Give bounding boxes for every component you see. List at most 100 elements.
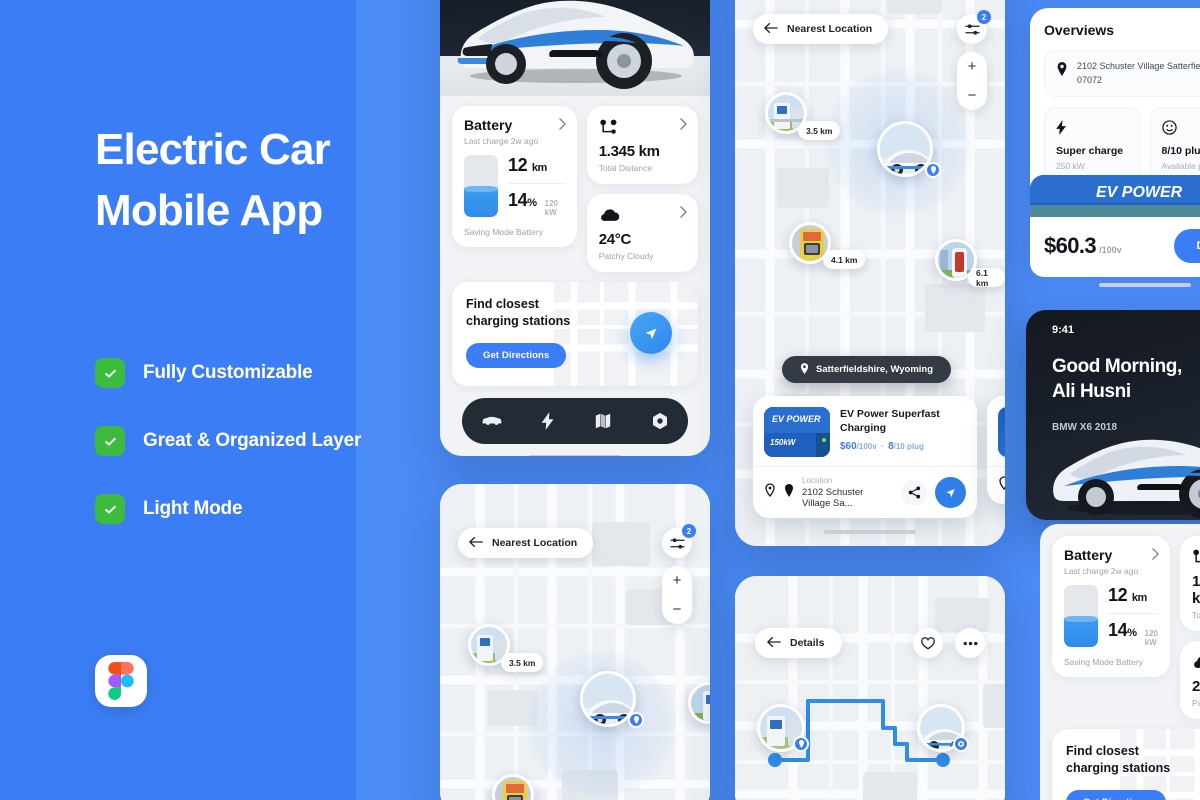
overviews-cell-plugs[interactable]: 8/10 plug Available plu [1149, 107, 1200, 184]
back-label: Nearest Location [492, 537, 578, 549]
arrow-left-icon [764, 22, 778, 37]
find-title-line-1: Find closest [1066, 744, 1139, 758]
chevron-right-icon[interactable] [680, 206, 687, 220]
battery-percent: 14% [508, 190, 537, 211]
find-stations-card[interactable]: Find closest charging stations Get Direc… [452, 282, 698, 386]
current-location-pill[interactable]: Satterfieldshire, Wyoming [782, 356, 952, 383]
poi-distance-tag-3: 6.1 km [968, 268, 1005, 288]
station-plugs-unit: /10 plug [893, 442, 924, 452]
battery-subtitle: Last charge 2w ago [464, 136, 539, 146]
location-pin-filled-icon [784, 483, 794, 502]
battery-range: 12 km [1108, 585, 1158, 606]
car-icon[interactable] [481, 414, 502, 428]
chevron-right-icon[interactable] [680, 118, 687, 132]
title-line-2: Mobile App [95, 185, 323, 235]
destination-pin-icon [953, 736, 969, 752]
weather-card[interactable]: 24°C Patchy Cloudy [586, 194, 698, 272]
navigate-button[interactable] [935, 477, 966, 508]
station-card[interactable]: EV POWER 150kW EV Power Superfast Chargin… [753, 396, 977, 518]
station-card-next-peek[interactable] [987, 396, 1005, 504]
share-icon[interactable] [901, 479, 927, 506]
price-card: EV POWER $60.3/100v Direc [1030, 175, 1200, 287]
list-item: Great & Organized Layer [95, 426, 435, 456]
settings-icon[interactable] [651, 412, 669, 430]
map-canvas[interactable] [735, 576, 1005, 800]
route-polyline [768, 699, 950, 767]
battery-range-value: 12 [508, 155, 528, 175]
battery-title: Battery [464, 117, 513, 133]
battery-fill [1064, 616, 1098, 647]
filter-button[interactable]: 2 [662, 524, 696, 558]
map-phone-mock-top: Nearest Location 2 + − 3.5 km 4.1 km 6.1… [735, 0, 1005, 546]
battery-gauge-icon [1064, 585, 1098, 647]
divider [1108, 613, 1158, 614]
battery-card[interactable]: Battery Last charge 2w ago 12 km 14% 120… [452, 106, 577, 247]
back-details-button[interactable]: Details [755, 628, 843, 658]
get-directions-button[interactable]: Get Directions [1066, 789, 1167, 800]
overviews-address[interactable]: 2102 Schuster Village Satterfie 07072 [1044, 50, 1200, 97]
more-icon [963, 641, 977, 645]
weather-value: 24°C [1191, 678, 1200, 695]
poi-distance-tag-1: 3.5 km [501, 653, 544, 672]
plug-face-icon [1161, 118, 1200, 136]
map-icon[interactable] [594, 412, 612, 430]
overviews-cell-supercharge[interactable]: Super charge 250 kW [1044, 107, 1141, 184]
bottom-tabbar [462, 398, 688, 444]
get-directions-button[interactable]: Get Directions [466, 342, 567, 368]
car-marker-pin-icon [925, 162, 941, 178]
chevron-right-icon[interactable] [1152, 548, 1159, 562]
price-value: $60.3 [1044, 233, 1097, 258]
station-location-label: Location [802, 476, 833, 485]
bolt-icon[interactable] [541, 412, 555, 430]
feature-label: Great & Organized Layer [143, 430, 362, 451]
distance-value: 1.345 km [598, 143, 660, 160]
battery-percent-value: 14 [1108, 620, 1128, 640]
location-pin-outline-icon [998, 476, 1005, 495]
address-line-1: 2102 Schuster Village Satterfie [1077, 61, 1200, 71]
find-stations-card[interactable]: Find closest charging stations Get Direc… [1052, 729, 1200, 800]
back-nearest-location-button[interactable]: Nearest Location [458, 528, 594, 558]
poi-distance-tag-2: 4.1 km [823, 250, 866, 269]
cell-sub: Available plu [1161, 161, 1200, 171]
zoom-out-button[interactable]: − [662, 595, 692, 624]
price-unit: /100v [1099, 245, 1122, 255]
zoom-in-button[interactable]: + [957, 52, 987, 81]
cell-title: 8/10 plug [1161, 145, 1200, 157]
price-block: $60.3/100v [1044, 233, 1122, 259]
filter-badge: 2 [977, 10, 991, 24]
battery-card[interactable]: Battery Last charge 2w ago 12 km 14% 120… [1052, 536, 1170, 677]
zoom-out-button[interactable]: − [957, 81, 987, 110]
meta-separator: · [880, 441, 885, 453]
poster-canvas: Electric Car Mobile App Fully Customizab… [0, 0, 1200, 800]
battery-power: 120 kW [1144, 629, 1158, 647]
weather-card[interactable]: 24°C Patchy Cloudy [1179, 641, 1200, 719]
check-icon [95, 358, 125, 388]
station-name-line-1: EV Power Superfast [840, 408, 940, 420]
poi-distance-tag-1: 3.5 km [798, 121, 841, 140]
chevron-right-icon[interactable] [558, 118, 566, 132]
back-label: Details [790, 637, 825, 649]
arrow-left-icon [767, 636, 781, 651]
distance-card[interactable]: 1.345 km Total Distance [586, 106, 698, 184]
back-nearest-location-button[interactable]: Nearest Location [753, 14, 889, 44]
greeting-heading: Good Morning, Ali Husni [1052, 354, 1182, 404]
station-meta: $60/100v · 8/10 plug [840, 441, 940, 452]
zoom-in-button[interactable]: + [662, 566, 692, 595]
directions-button[interactable]: Direc [1174, 229, 1200, 263]
greeting-line-2: Ali Husni [1052, 381, 1131, 403]
distance-label: Total Distance [1191, 610, 1200, 620]
list-item: Light Mode [95, 494, 435, 524]
page-title: Electric Car Mobile App [95, 120, 425, 241]
favorite-button[interactable] [913, 628, 943, 658]
battery-percent-unit: % [1127, 627, 1137, 639]
greeting-line-1: Good Morning, [1052, 356, 1182, 377]
battery-range-unit: km [531, 162, 548, 174]
more-button[interactable] [955, 628, 985, 658]
feature-label: Fully Customizable [143, 362, 313, 383]
distance-card[interactable]: 1.345 km Total Distance [1179, 536, 1200, 631]
figma-logo-icon [95, 655, 147, 707]
dashboard-card-bottom-right: Battery Last charge 2w ago 12 km 14% 120… [1040, 524, 1200, 800]
navigation-icon[interactable] [630, 312, 672, 354]
distance-value: 1.345 km [1191, 573, 1200, 607]
filter-button[interactable]: 2 [957, 10, 991, 44]
